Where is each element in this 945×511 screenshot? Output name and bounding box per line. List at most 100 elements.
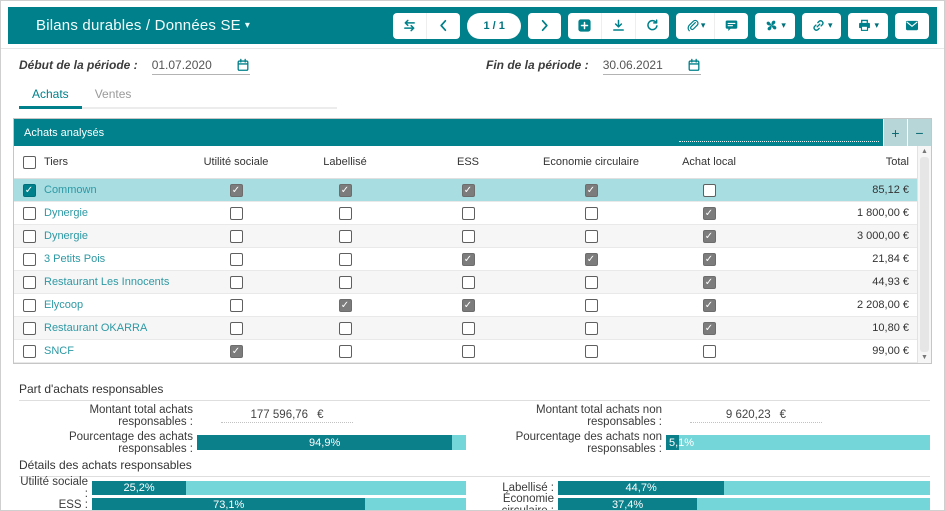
criteria-checkbox[interactable]: [229, 275, 243, 289]
tiers-link[interactable]: SNCF: [44, 345, 186, 357]
tiers-link[interactable]: Restaurant OKARRA: [44, 322, 186, 334]
summary-section: Part d'achats responsables Montant total…: [1, 382, 944, 510]
next-group: [527, 12, 561, 39]
table-scrollbar[interactable]: ▲ ▼: [917, 146, 931, 363]
table-row[interactable]: Restaurant Les Innocents ✓ 44,93 €: [14, 271, 917, 294]
criteria-checkbox[interactable]: ✓: [702, 229, 716, 243]
row-select-checkbox[interactable]: [22, 229, 36, 243]
scroll-down-icon[interactable]: ▼: [921, 354, 928, 361]
amount-non-responsable-value[interactable]: 9 620,23 €: [690, 409, 822, 423]
criteria-checkbox[interactable]: ✓: [584, 183, 598, 197]
criteria-checkbox[interactable]: [461, 229, 475, 243]
criteria-checkbox[interactable]: ✓: [702, 321, 716, 335]
criteria-checkbox[interactable]: ✓: [338, 298, 352, 312]
table-row[interactable]: Dynergie ✓ 1 800,00 €: [14, 202, 917, 225]
download-button[interactable]: [600, 12, 635, 39]
swap-button[interactable]: [393, 13, 426, 39]
row-select-checkbox[interactable]: [22, 344, 36, 358]
table-row[interactable]: SNCF ✓ 99,00 €: [14, 340, 917, 363]
criteria-checkbox[interactable]: [229, 206, 243, 220]
table-row[interactable]: Restaurant OKARRA ✓ 10,80 €: [14, 317, 917, 340]
print-button[interactable]: ▾: [848, 13, 888, 39]
criteria-checkbox[interactable]: ✓: [229, 183, 243, 197]
tiers-link[interactable]: 3 Petits Pois: [44, 253, 186, 265]
criteria-checkbox[interactable]: [702, 183, 716, 197]
row-select-checkbox[interactable]: [22, 252, 36, 266]
amount-responsable-value[interactable]: 177 596,76 €: [221, 409, 353, 423]
chevron-right-icon: [541, 19, 548, 32]
criteria-checkbox[interactable]: [338, 321, 352, 335]
add-row-button[interactable]: +: [883, 119, 907, 146]
criteria-checkbox[interactable]: ✓: [461, 298, 475, 312]
criteria-checkbox[interactable]: [229, 298, 243, 312]
criteria-checkbox[interactable]: [584, 275, 598, 289]
row-select-checkbox[interactable]: [22, 321, 36, 335]
table-row[interactable]: 3 Petits Pois ✓ ✓ ✓ 21,84 €: [14, 248, 917, 271]
criteria-checkbox[interactable]: [338, 275, 352, 289]
row-select-checkbox[interactable]: [22, 206, 36, 220]
criteria-cell: [584, 275, 598, 289]
tab-achats[interactable]: Achats: [19, 83, 82, 109]
add-button[interactable]: [568, 13, 601, 39]
column-header-total: Total: [885, 156, 909, 168]
criteria-checkbox[interactable]: [461, 344, 475, 358]
criteria-checkbox[interactable]: ✓: [338, 183, 352, 197]
criteria-checkbox[interactable]: ✓: [702, 206, 716, 220]
select-all-checkbox[interactable]: [22, 155, 36, 169]
criteria-checkbox[interactable]: [584, 206, 598, 220]
criteria-cell: ✓: [702, 321, 716, 335]
criteria-checkbox[interactable]: [461, 275, 475, 289]
criteria-checkbox[interactable]: ✓: [584, 252, 598, 266]
criteria-checkbox[interactable]: [584, 344, 598, 358]
table-row[interactable]: Dynergie ✓ 3 000,00 €: [14, 225, 917, 248]
mail-button[interactable]: [895, 13, 929, 39]
criteria-checkbox[interactable]: [702, 344, 716, 358]
criteria-checkbox[interactable]: ✓: [702, 275, 716, 289]
percent-non-responsable-label: Pourcentage des achats non responsables …: [515, 430, 662, 455]
tiers-link[interactable]: Elycoop: [44, 299, 186, 311]
criteria-checkbox[interactable]: [229, 321, 243, 335]
attachment-button[interactable]: ▾: [676, 13, 715, 39]
comment-button[interactable]: [714, 12, 748, 39]
period-end-input[interactable]: 30.06.2021: [602, 58, 701, 75]
criteria-checkbox[interactable]: ✓: [461, 183, 475, 197]
criteria-checkbox[interactable]: [229, 252, 243, 266]
criteria-checkbox[interactable]: [461, 321, 475, 335]
fan-actions-button[interactable]: ▾: [755, 13, 795, 39]
tiers-link[interactable]: Dynergie: [44, 230, 186, 242]
criteria-checkbox[interactable]: [461, 206, 475, 220]
page-title[interactable]: Bilans durables / Données SE ▾: [36, 17, 250, 34]
remove-row-button[interactable]: −: [907, 119, 931, 146]
period-start-input[interactable]: 01.07.2020: [151, 58, 250, 75]
scrollbar-thumb[interactable]: [920, 157, 929, 352]
row-select-checkbox[interactable]: ✓: [22, 183, 36, 197]
criteria-checkbox[interactable]: [338, 252, 352, 266]
criteria-checkbox[interactable]: [584, 298, 598, 312]
criteria-cell: [229, 275, 243, 289]
tab-ventes[interactable]: Ventes: [82, 83, 145, 107]
criteria-checkbox[interactable]: ✓: [229, 344, 243, 358]
table-row[interactable]: ✓ Commown ✓ ✓ ✓ ✓ 85,12 €: [14, 179, 917, 202]
criteria-checkbox[interactable]: [584, 321, 598, 335]
criteria-checkbox[interactable]: ✓: [702, 252, 716, 266]
criteria-checkbox[interactable]: [338, 206, 352, 220]
criteria-checkbox[interactable]: [338, 344, 352, 358]
next-page-button[interactable]: [528, 13, 561, 39]
link-button[interactable]: ▾: [802, 13, 842, 39]
criteria-checkbox[interactable]: [584, 229, 598, 243]
achats-analyses-panel: Achats analysés + − Tiers Utilité social…: [13, 118, 932, 364]
criteria-checkbox[interactable]: [229, 229, 243, 243]
chevron-down-icon: ▾: [827, 20, 833, 30]
row-select-checkbox[interactable]: [22, 298, 36, 312]
row-select-checkbox[interactable]: [22, 275, 36, 289]
tiers-link[interactable]: Dynergie: [44, 207, 186, 219]
previous-page-button[interactable]: [426, 12, 460, 39]
criteria-checkbox[interactable]: ✓: [702, 298, 716, 312]
criteria-checkbox[interactable]: [338, 229, 352, 243]
refresh-button[interactable]: [634, 12, 669, 39]
tiers-link[interactable]: Restaurant Les Innocents: [44, 276, 186, 288]
tiers-link[interactable]: Commown: [44, 184, 186, 196]
criteria-checkbox[interactable]: ✓: [461, 252, 475, 266]
table-row[interactable]: Elycoop ✓ ✓ ✓ 2 208,00 €: [14, 294, 917, 317]
scroll-up-icon[interactable]: ▲: [921, 148, 928, 155]
